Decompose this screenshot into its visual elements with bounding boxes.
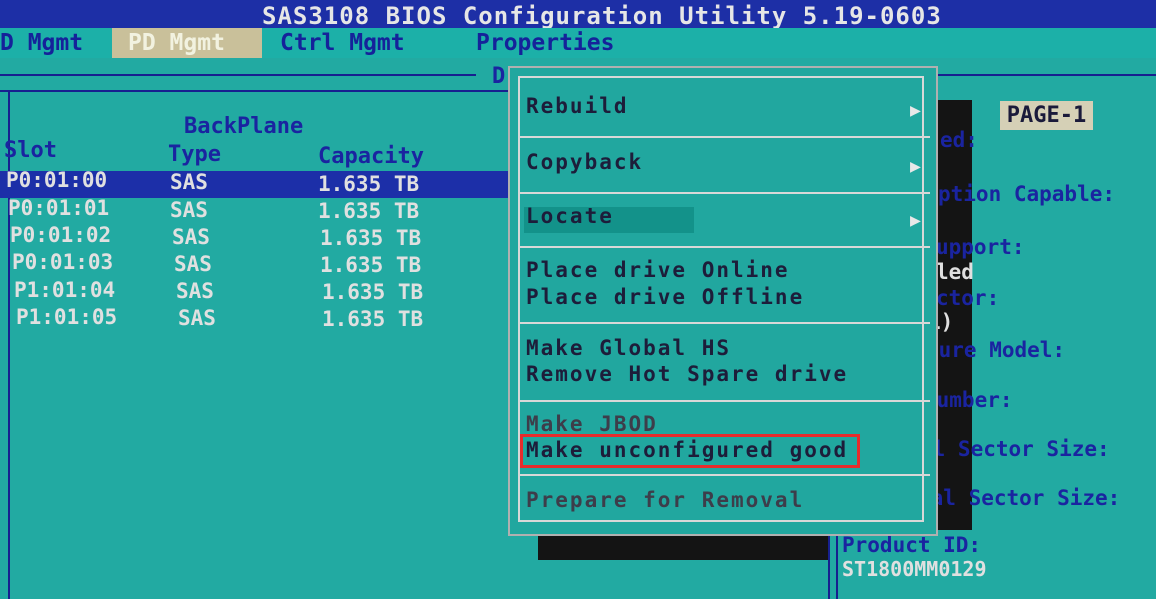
col-header-capacity: Capacity (318, 144, 424, 169)
cell-slot: P0:01:03 (12, 250, 114, 274)
menu-item-locate[interactable]: Locate (526, 204, 614, 228)
right-panel-line-b (836, 534, 838, 599)
prop-label: upport: (936, 235, 1025, 259)
cell-capacity: 1.635 TB (320, 226, 422, 250)
cell-type: SAS (176, 279, 214, 303)
col-header-type: Type (168, 142, 221, 167)
tab-vd-mgmt[interactable]: D Mgmt (0, 28, 100, 58)
cell-slot: P0:01:02 (10, 223, 112, 247)
menu-separator (520, 136, 930, 138)
menu-separator (520, 246, 930, 248)
menu-item-place-online[interactable]: Place drive Online (526, 258, 790, 282)
menu-item-place-offline[interactable]: Place drive Offline (526, 285, 804, 309)
prop-label: cal Sector Size: (918, 486, 1121, 510)
cell-type: SAS (170, 198, 208, 222)
submenu-arrow-icon: ▶ (910, 100, 921, 121)
popup-shadow-bottom (538, 534, 828, 560)
cell-capacity: 1.635 TB (318, 199, 420, 223)
submenu-arrow-icon: ▶ (910, 210, 921, 231)
prop-label: sure Model: (926, 338, 1066, 362)
product-id-value: ST1800MM0129 (842, 557, 987, 581)
cell-type: SAS (174, 252, 212, 276)
cell-type: SAS (178, 306, 216, 330)
menu-item-make-global-hs[interactable]: Make Global HS (526, 336, 731, 360)
prop-label: ption Capable: (938, 182, 1116, 206)
cell-capacity: 1.635 TB (322, 307, 424, 331)
tab-properties[interactable]: Properties (476, 28, 636, 58)
prop-label: ctor: (936, 286, 1000, 310)
menu-separator (520, 474, 930, 476)
cell-type: SAS (172, 225, 210, 249)
menu-separator (520, 322, 930, 324)
menu-separator (520, 400, 930, 402)
menu-item-prepare-removal[interactable]: Prepare for Removal (526, 488, 804, 512)
prop-label: ed: (940, 128, 978, 152)
cell-slot: P0:01:01 (8, 196, 110, 220)
right-panel-line-a (828, 534, 830, 599)
backplane-header: BackPlane (184, 114, 304, 139)
right-panel-border (938, 74, 1156, 76)
drive-action-menu: Rebuild ▶ Copyback ▶ Locate ▶ Place driv… (508, 66, 938, 536)
menu-item-make-unconfigured-good[interactable]: Make unconfigured good (526, 438, 848, 462)
menu-item-remove-hot-spare[interactable]: Remove Hot Spare drive (526, 362, 848, 386)
col-header-slot: Slot (4, 138, 57, 163)
menu-item-make-jbod[interactable]: Make JBOD (526, 412, 658, 436)
prop-label: Product ID: (842, 533, 982, 557)
menu-separator (520, 192, 930, 194)
panel-border-top (0, 74, 476, 76)
prop-value: led (936, 260, 974, 284)
tab-ctrl-mgmt[interactable]: Ctrl Mgmt (280, 28, 450, 58)
cell-capacity: 1.635 TB (318, 172, 420, 196)
menu-item-rebuild[interactable]: Rebuild (526, 94, 629, 118)
cell-capacity: 1.635 TB (320, 253, 422, 277)
cell-capacity: 1.635 TB (322, 280, 424, 304)
cell-slot: P1:01:04 (14, 278, 116, 302)
cell-type: SAS (170, 170, 208, 194)
panel-title-letter: D (492, 64, 506, 89)
page-indicator: PAGE-1 (1000, 101, 1093, 130)
panel-border-inner (0, 90, 510, 92)
app-title: SAS3108 BIOS Configuration Utility 5.19-… (262, 2, 942, 30)
prop-label: al Sector Size: (920, 437, 1110, 461)
menu-item-copyback[interactable]: Copyback (526, 150, 643, 174)
cell-slot: P0:01:00 (6, 168, 108, 192)
cell-slot: P1:01:05 (16, 305, 118, 329)
tab-pd-mgmt[interactable]: PD Mgmt (112, 28, 262, 58)
submenu-arrow-icon: ▶ (910, 156, 921, 177)
